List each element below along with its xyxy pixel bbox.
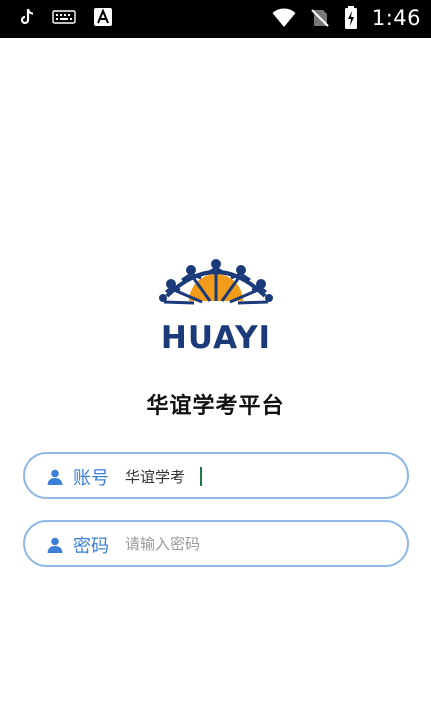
account-input[interactable] bbox=[125, 464, 385, 488]
status-bar: 1:46 bbox=[0, 0, 431, 38]
account-label: 账号 bbox=[73, 468, 109, 489]
password-field[interactable]: 密码 bbox=[23, 520, 409, 567]
logo-sun-people-icon bbox=[159, 259, 273, 305]
keyboard-icon bbox=[52, 10, 76, 24]
text-cursor bbox=[200, 467, 202, 486]
user-icon bbox=[47, 469, 63, 485]
logo-text: HUAYI bbox=[160, 320, 272, 356]
no-sim-icon bbox=[311, 9, 329, 27]
status-time: 1:46 bbox=[371, 6, 421, 30]
battery-charging-icon bbox=[344, 6, 357, 29]
tiktok-icon bbox=[20, 8, 34, 25]
page-title: 华谊学考平台 bbox=[146, 394, 285, 419]
font-a-icon bbox=[94, 8, 112, 26]
password-label: 密码 bbox=[73, 536, 109, 557]
account-field[interactable]: 账号 bbox=[23, 452, 409, 499]
wifi-icon bbox=[272, 8, 296, 27]
user-icon bbox=[47, 537, 63, 553]
password-input[interactable] bbox=[125, 532, 385, 556]
huayi-logo: HUAYI bbox=[158, 252, 274, 358]
